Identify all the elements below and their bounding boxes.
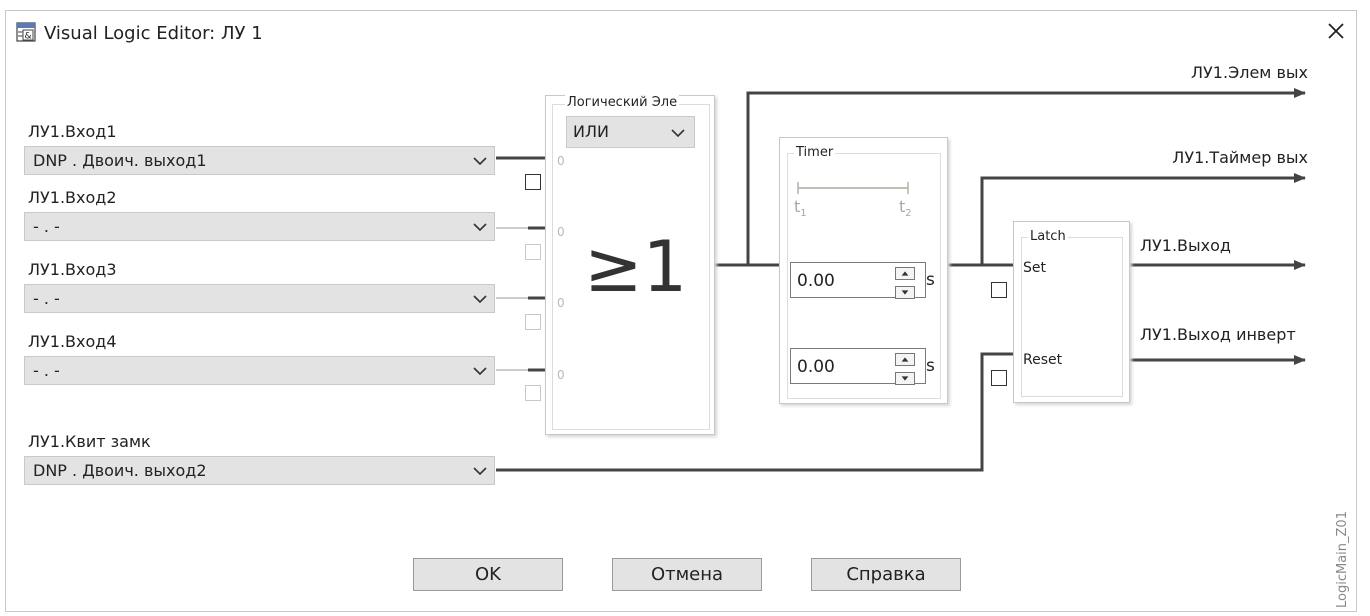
delay-2-value: 0.00 [797,357,835,377]
latch-set-label: Set [1023,260,1046,276]
input-1-select[interactable]: DNP . Двоич. выход1 [24,146,495,175]
input-3-invert-checkbox[interactable] [525,314,541,330]
delay-1-unit: s [926,270,935,290]
ok-button[interactable]: OK [413,558,563,591]
latch-block: Latch Set Reset [1013,221,1130,403]
reset-input-select[interactable]: DNP . Двоич. выход2 [24,456,495,485]
input-4-label: ЛУ1.Вход4 [28,332,117,351]
input-1-state: 0 [557,154,565,168]
delay-2-spinbox[interactable]: 0.00 [790,348,926,385]
latch-set-invert-checkbox[interactable] [991,282,1007,298]
input-3-label: ЛУ1.Вход3 [28,260,117,279]
latch-inverted-output-label: ЛУ1.Выход инверт [1140,325,1296,344]
t1-label: t1 [794,197,807,220]
spin-up-icon[interactable] [895,353,915,366]
figure-caption: LogicMain_Z01 [1335,511,1350,608]
latch-reset-invert-checkbox[interactable] [991,370,1007,386]
input-1-value: DNP . Двоич. выход1 [33,151,207,170]
timer-diagram-icon [797,182,909,194]
input-3-state: 0 [557,296,565,310]
gate-operation-value: ИЛИ [573,122,609,141]
chevron-down-icon [473,157,487,166]
input-2-select[interactable]: - . - [24,212,495,241]
input-1-label: ЛУ1.Вход1 [28,122,117,141]
cancel-button[interactable]: Отмена [612,558,762,591]
input-2-label: ЛУ1.Вход2 [28,188,117,207]
reset-input-value: DNP . Двоич. выход2 [33,461,207,480]
logic-gate-block: Логический Эле ИЛИ 0 0 0 0 ≥1 [545,95,715,435]
timer-block: Timer t1 t2 0.00 s 0.00 s [779,137,948,404]
spin-down-icon[interactable] [895,286,915,299]
logic-gate-title: Логический Эле [565,95,680,110]
input-2-state: 0 [557,225,565,239]
delay-1-spinbox[interactable]: 0.00 [790,262,926,299]
chevron-down-icon [671,129,685,138]
t2-label: t2 [899,197,912,220]
latch-output-label: ЛУ1.Выход [1140,236,1231,255]
reset-input-label: ЛУ1.Квит замк [28,432,151,451]
latch-reset-label: Reset [1023,352,1063,368]
input-1-invert-checkbox[interactable] [525,174,541,190]
gate-operation-select[interactable]: ИЛИ [566,116,695,148]
chevron-down-icon [473,467,487,476]
delay-1-value: 0.00 [797,271,835,291]
chevron-down-icon [473,295,487,304]
input-4-invert-checkbox[interactable] [525,385,541,401]
gate-output-label: ЛУ1.Элем вых [1191,63,1308,82]
delay-2-unit: s [926,356,935,376]
spin-up-icon[interactable] [895,267,915,280]
input-3-select[interactable]: - . - [24,284,495,313]
spin-down-icon[interactable] [895,372,915,385]
gate-symbol: ≥1 [584,226,688,308]
timer-title: Timer [794,145,836,160]
latch-title: Latch [1028,229,1068,244]
input-3-value: - . - [33,289,60,308]
input-2-invert-checkbox[interactable] [525,244,541,260]
help-button[interactable]: Справка [811,558,961,591]
chevron-down-icon [473,223,487,232]
input-4-state: 0 [557,368,565,382]
timer-output-label: ЛУ1.Таймер вых [1172,148,1308,167]
input-2-value: - . - [33,217,60,236]
input-4-select[interactable]: - . - [24,356,495,385]
chevron-down-icon [473,367,487,376]
input-4-value: - . - [33,361,60,380]
